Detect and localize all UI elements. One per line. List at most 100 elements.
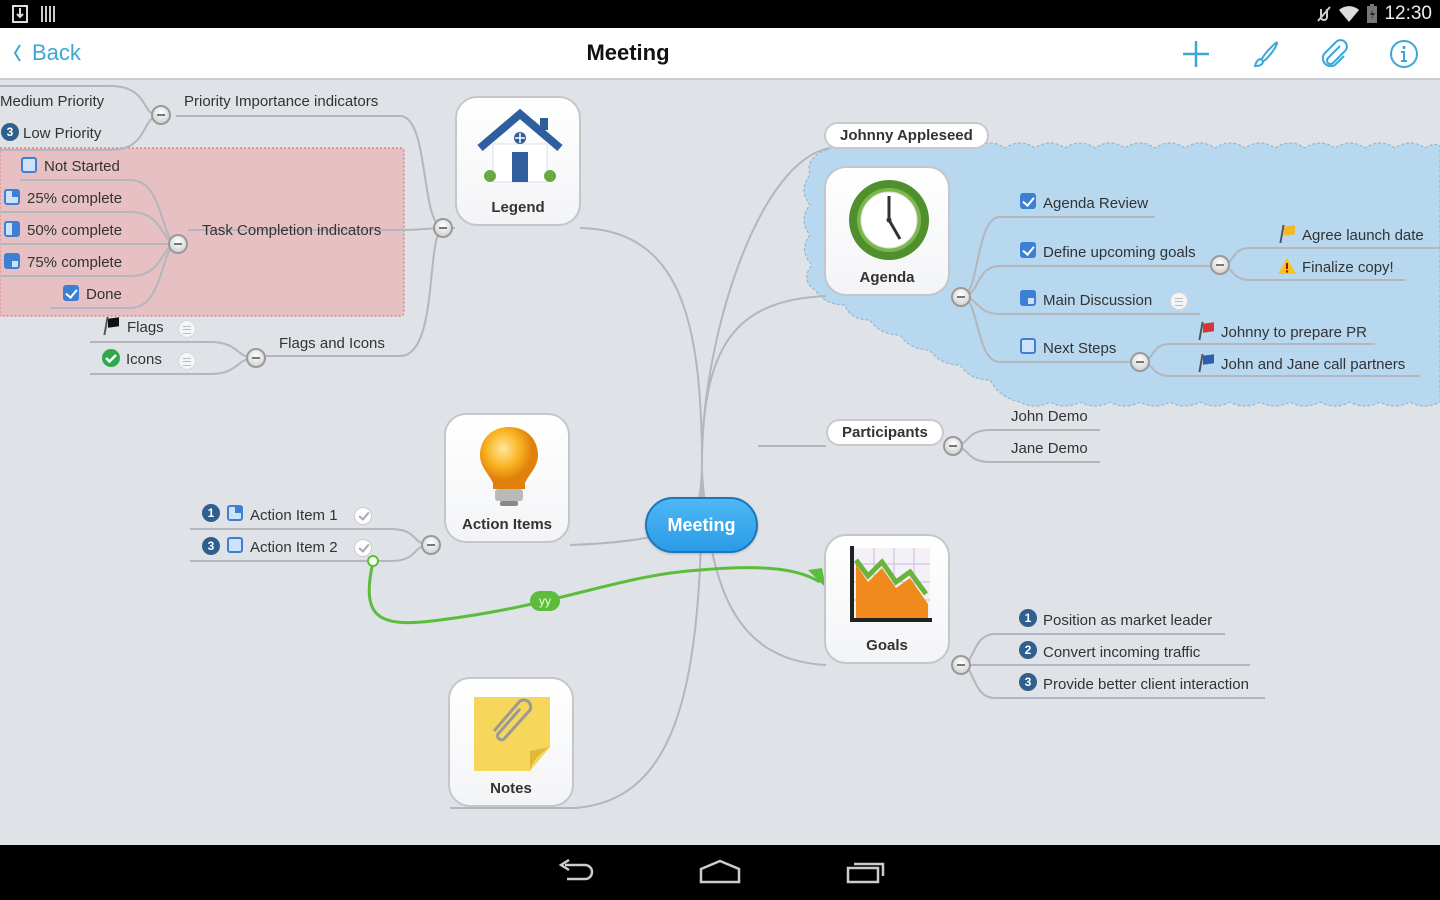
- warning-icon: [1278, 258, 1296, 274]
- relationship-label[interactable]: yy: [530, 591, 560, 611]
- not-started-label[interactable]: Not Started: [44, 158, 120, 175]
- call-partners-label[interactable]: John and Jane call partners: [1221, 356, 1405, 373]
- participant-jane[interactable]: Jane Demo: [1011, 440, 1088, 457]
- priority-2-icon: 2: [1019, 641, 1037, 659]
- icons-label[interactable]: Icons: [126, 351, 162, 368]
- progress-75-label[interactable]: 75% complete: [27, 254, 122, 271]
- progress-50-icon[interactable]: [4, 221, 20, 237]
- topic-agenda[interactable]: Agenda: [824, 166, 950, 296]
- topic-goals[interactable]: Goals: [824, 534, 950, 664]
- priority-1-icon: 1: [1019, 609, 1037, 627]
- relationship-line: [367, 561, 821, 625]
- progress-75-icon[interactable]: [4, 253, 20, 269]
- topic-participants[interactable]: Participants: [826, 419, 944, 446]
- add-icon[interactable]: [1180, 38, 1212, 70]
- paperclip-icon[interactable]: [1318, 38, 1350, 70]
- low-priority-label[interactable]: Low Priority: [23, 125, 101, 142]
- priority-3-icon: 3: [1019, 673, 1037, 691]
- red-flag-icon: [1199, 322, 1215, 340]
- status-bar: 12:30: [0, 0, 1440, 28]
- action-item-1-label[interactable]: Action Item 1: [250, 507, 338, 524]
- topic-legend[interactable]: Legend: [455, 96, 581, 226]
- collapse-toggle[interactable]: [151, 105, 171, 125]
- not-started-checkbox-icon[interactable]: [21, 157, 37, 173]
- next-steps-label[interactable]: Next Steps: [1043, 340, 1116, 357]
- goal-2-label[interactable]: Convert incoming traffic: [1043, 644, 1200, 661]
- collapse-toggle[interactable]: [1210, 255, 1230, 275]
- task-complete-toggle[interactable]: [354, 507, 372, 525]
- action-bar: Back Meeting: [0, 28, 1440, 80]
- yellow-flag-icon: [1280, 225, 1296, 243]
- topic-notes-label: Notes: [490, 780, 532, 797]
- recents-nav-icon[interactable]: [845, 859, 887, 885]
- topic-goals-label: Goals: [866, 637, 908, 654]
- house-icon: [477, 108, 563, 183]
- topic-action-items-label: Action Items: [461, 516, 552, 533]
- task-completion-label[interactable]: Task Completion indicators: [202, 222, 381, 239]
- medium-priority-label[interactable]: Medium Priority: [0, 93, 104, 110]
- progress-25-label[interactable]: 25% complete: [27, 190, 122, 207]
- relationship-handle: [367, 555, 379, 567]
- flags-icons-label[interactable]: Flags and Icons: [279, 335, 385, 352]
- define-goals-label[interactable]: Define upcoming goals: [1043, 244, 1196, 261]
- green-check-icon: [102, 349, 120, 367]
- progress-25-icon[interactable]: [4, 189, 20, 205]
- progress-25-icon[interactable]: [227, 505, 243, 521]
- back-nav-icon[interactable]: [555, 859, 597, 885]
- central-topic[interactable]: Meeting: [645, 497, 758, 553]
- done-checkbox-icon[interactable]: [63, 285, 79, 301]
- clock-icon: [849, 180, 929, 260]
- collapse-toggle[interactable]: [951, 287, 971, 307]
- collapse-toggle[interactable]: [433, 218, 453, 238]
- black-flag-icon: [104, 317, 120, 335]
- goal-1-label[interactable]: Position as market leader: [1043, 612, 1212, 629]
- agenda-review-label[interactable]: Agenda Review: [1043, 195, 1148, 212]
- collapse-toggle[interactable]: [943, 436, 963, 456]
- main-discussion-label[interactable]: Main Discussion: [1043, 292, 1152, 309]
- topic-legend-label: Legend: [491, 199, 545, 216]
- topic-notes[interactable]: Notes: [448, 677, 574, 807]
- task-complete-toggle[interactable]: [354, 539, 372, 557]
- callout-johnny-appleseed[interactable]: Johnny Appleseed: [824, 122, 989, 149]
- info-icon[interactable]: [1388, 38, 1420, 70]
- johnny-pr-label[interactable]: Johnny to prepare PR: [1221, 324, 1367, 341]
- not-started-checkbox-icon[interactable]: [1020, 338, 1036, 354]
- mindmap-canvas[interactable]: yy Meeting Legend Priority Importance in…: [0, 80, 1440, 845]
- sticky-note-icon: [474, 697, 550, 771]
- notes-icon[interactable]: [178, 320, 196, 338]
- done-label[interactable]: Done: [86, 286, 122, 303]
- collapse-toggle[interactable]: [421, 535, 441, 555]
- clock: 12:30: [1384, 3, 1432, 24]
- participant-john[interactable]: John Demo: [1011, 408, 1088, 425]
- done-checkbox-icon[interactable]: [1020, 193, 1036, 209]
- topic-action-items[interactable]: Action Items: [444, 413, 570, 543]
- collapse-toggle[interactable]: [246, 348, 266, 368]
- not-started-checkbox-icon[interactable]: [227, 537, 243, 553]
- download-notification-icon: [12, 5, 28, 23]
- finalize-copy-label[interactable]: Finalize copy!: [1302, 259, 1394, 276]
- progress-75-icon[interactable]: [1020, 290, 1036, 306]
- agree-launch-date-label[interactable]: Agree launch date: [1302, 227, 1424, 244]
- action-item-2-label[interactable]: Action Item 2: [250, 539, 338, 556]
- connector-layer: [0, 85, 1440, 809]
- progress-50-label[interactable]: 50% complete: [27, 222, 122, 239]
- topic-agenda-label: Agenda: [859, 269, 915, 286]
- collapse-toggle[interactable]: [1130, 352, 1150, 372]
- brush-icon[interactable]: [1250, 38, 1282, 70]
- area-chart-icon: [850, 546, 932, 622]
- notes-icon[interactable]: [1170, 292, 1188, 310]
- home-nav-icon[interactable]: [698, 859, 742, 885]
- done-checkbox-icon[interactable]: [1020, 242, 1036, 258]
- priority-3-icon: 3: [202, 537, 220, 555]
- priority-indicators-label[interactable]: Priority Importance indicators: [184, 93, 378, 110]
- page-title: Meeting: [586, 40, 670, 65]
- flags-label[interactable]: Flags: [127, 319, 164, 336]
- goal-3-label[interactable]: Provide better client interaction: [1043, 676, 1249, 693]
- notes-icon[interactable]: [178, 352, 196, 370]
- collapse-toggle[interactable]: [951, 655, 971, 675]
- collapse-toggle[interactable]: [168, 234, 188, 254]
- lightbulb-icon: [480, 427, 538, 506]
- priority-3-icon: 3: [1, 123, 19, 141]
- wifi-icon: [1339, 6, 1360, 22]
- mute-icon: [1317, 6, 1332, 22]
